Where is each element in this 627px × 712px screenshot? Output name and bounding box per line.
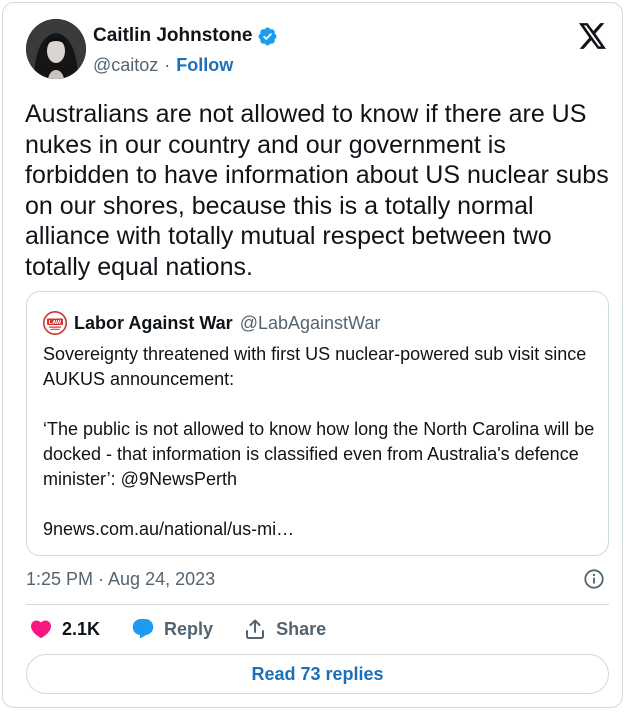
reply-button[interactable]: Reply (131, 617, 213, 641)
law-logo-icon: LAW (43, 311, 67, 335)
action-bar: 2.1K Reply Share (29, 617, 326, 641)
quoted-tweet-text: Sovereignty threatened with first US nuc… (43, 342, 603, 542)
heart-icon (30, 620, 52, 639)
info-icon[interactable] (583, 568, 605, 590)
separator-dot: · (164, 55, 171, 75)
tweet-text: Australians are not allowed to know if t… (25, 100, 609, 281)
quoted-paragraph: Sovereignty threatened with first US nuc… (43, 344, 587, 389)
like-button[interactable]: 2.1K (29, 617, 100, 641)
quoted-tweet-header: LAW Labor Against War @LabAgainstWar (43, 311, 380, 335)
tweet-timestamp[interactable]: 1:25 PM · Aug 24, 2023 (26, 569, 215, 590)
law-logo-text: LAW (49, 320, 62, 326)
read-replies-button[interactable]: Read 73 replies (26, 654, 609, 694)
quoted-paragraph: ‘The public is not allowed to know how l… (43, 419, 595, 489)
follow-button[interactable]: Follow (176, 55, 233, 76)
like-count: 2.1K (62, 618, 101, 639)
x-logo-icon[interactable] (579, 23, 607, 49)
author-name-row: Caitlin Johnstone (93, 25, 278, 47)
author-name[interactable]: Caitlin Johnstone (93, 25, 252, 47)
quoted-tweet[interactable]: LAW Labor Against War @LabAgainstWar Sov… (26, 291, 609, 556)
author-handle-row: @caitoz · Follow (93, 55, 233, 76)
share-upload-icon (246, 619, 265, 639)
quoted-link[interactable]: 9news.com.au/national/us-mi… (43, 517, 603, 542)
share-button[interactable]: Share (243, 617, 326, 641)
quoted-author-name[interactable]: Labor Against War (74, 313, 233, 334)
author-handle[interactable]: @caitoz (93, 55, 158, 76)
reply-label: Reply (164, 618, 214, 639)
share-label: Share (276, 618, 327, 639)
avatar-image (26, 19, 86, 79)
quoted-author-handle[interactable]: @LabAgainstWar (240, 313, 381, 334)
divider (26, 604, 609, 605)
tweet-card: Caitlin Johnstone @caitoz · Follow Austr… (2, 2, 623, 708)
avatar[interactable] (26, 19, 86, 79)
speech-bubble-icon (132, 619, 154, 639)
verified-badge-icon (258, 27, 277, 45)
